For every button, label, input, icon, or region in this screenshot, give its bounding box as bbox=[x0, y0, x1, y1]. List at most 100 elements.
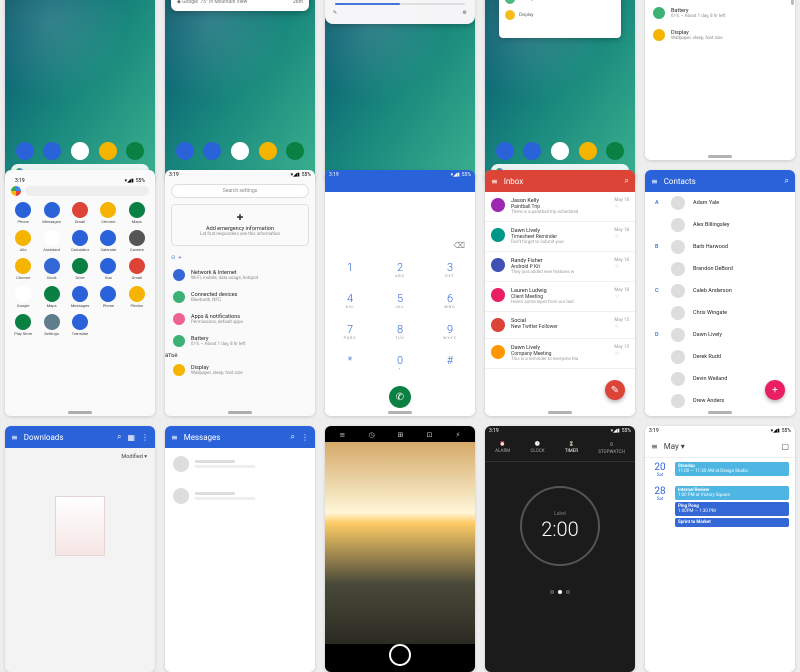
chrome-icon[interactable] bbox=[259, 142, 277, 160]
key-*[interactable]: * bbox=[325, 347, 375, 378]
key-4[interactable]: 4GHI bbox=[325, 285, 375, 316]
tab-stopwatch[interactable]: ⏱STOPWATCH bbox=[598, 442, 625, 455]
contact-item[interactable]: AAdam Yale bbox=[645, 192, 795, 214]
app-chrome[interactable]: Chrome bbox=[96, 202, 120, 224]
calendar-event[interactable]: Ping Pong1:00PM — 1:30 PM bbox=[675, 502, 789, 516]
mail-item[interactable]: Dawn LivelyTimesheet ReminderDon't forge… bbox=[485, 222, 635, 252]
settings-display[interactable]: DisplayWallpaper, sleep, font size bbox=[645, 24, 795, 46]
mail-item[interactable]: Randy FisherAndroid P KitThey just added… bbox=[485, 252, 635, 282]
day-label[interactable]: 28Sat bbox=[651, 486, 669, 527]
star-icon[interactable]: ☆ bbox=[614, 350, 629, 357]
app-translate[interactable]: Translate bbox=[68, 314, 92, 336]
app-maps[interactable]: Maps bbox=[125, 202, 149, 224]
today-icon[interactable]: ▢ bbox=[781, 442, 789, 451]
mail-item[interactable]: Lauren LudwigClient MeetingHere's some i… bbox=[485, 282, 635, 312]
key-7[interactable]: 7PQRS bbox=[325, 316, 375, 347]
search-settings-input[interactable]: Search settings bbox=[171, 184, 309, 198]
emergency-card[interactable]: ✚ Add emergency information Let first re… bbox=[171, 204, 309, 246]
menu-icon[interactable]: ≡ bbox=[11, 433, 18, 442]
nav-pill[interactable] bbox=[708, 155, 732, 158]
key-1[interactable]: 1 bbox=[325, 254, 375, 285]
phone-icon[interactable] bbox=[176, 142, 194, 160]
maps-icon[interactable] bbox=[126, 142, 144, 160]
contact-item[interactable]: Chris Wingate bbox=[645, 302, 795, 324]
hdr-icon[interactable]: ⊞ bbox=[398, 431, 404, 439]
key-3[interactable]: 3DEF bbox=[425, 254, 475, 285]
month-label[interactable]: May bbox=[664, 442, 679, 451]
settings-item[interactable]: Display bbox=[503, 7, 617, 23]
menu-icon[interactable]: ≡ bbox=[491, 177, 498, 186]
mail-item[interactable]: Dawn LivelyCompany MeetingThis is a remi… bbox=[485, 339, 635, 369]
search-icon[interactable]: ⌕ bbox=[291, 432, 295, 442]
contact-item[interactable]: BBarb Harwood bbox=[645, 236, 795, 258]
key-0[interactable]: 0+ bbox=[375, 347, 425, 378]
gmail-icon[interactable] bbox=[71, 142, 89, 160]
search-icon[interactable]: ⌕ bbox=[625, 176, 629, 186]
settings-apps[interactable]: Apps & notificationsPermissions, default… bbox=[165, 308, 315, 330]
flash-icon[interactable]: ⚡ bbox=[456, 431, 461, 439]
app-search[interactable] bbox=[11, 186, 149, 196]
compose-fab[interactable]: ✎ bbox=[605, 380, 625, 400]
nav-pill[interactable] bbox=[68, 411, 92, 414]
timer-icon[interactable]: ◷ bbox=[368, 431, 374, 439]
app-play store[interactable]: Play Store bbox=[11, 314, 35, 336]
view-icon[interactable]: ▦ bbox=[127, 433, 135, 442]
call-button[interactable]: ✆ bbox=[389, 386, 411, 408]
sort-dropdown[interactable]: Modified ▾ bbox=[5, 448, 155, 466]
nav-pill[interactable] bbox=[548, 411, 572, 414]
app-clock[interactable]: Clock bbox=[39, 258, 63, 280]
app-allo[interactable]: Allo bbox=[11, 230, 35, 252]
contact-item[interactable]: DDawn Lively bbox=[645, 324, 795, 346]
key-9[interactable]: 9WXYZ bbox=[425, 316, 475, 347]
menu-icon[interactable]: ≡ bbox=[340, 431, 346, 439]
settings-item[interactable]: Battery bbox=[503, 0, 617, 7]
edit-icon[interactable]: ✎ bbox=[333, 10, 337, 16]
star-icon[interactable]: ☆ bbox=[614, 233, 629, 240]
add-contact-fab[interactable]: + bbox=[765, 380, 785, 400]
contact-item[interactable]: CCaleb Anderson bbox=[645, 280, 795, 302]
app-phone[interactable]: Phone bbox=[11, 202, 35, 224]
settings-connected[interactable]: Connected devicesBluetooth, NFC bbox=[165, 286, 315, 308]
backspace-button[interactable]: ⌫ bbox=[325, 237, 475, 254]
brightness-slider[interactable] bbox=[335, 3, 465, 5]
nav-pill[interactable] bbox=[388, 411, 412, 414]
settings-icon[interactable]: ⚙ bbox=[463, 10, 467, 16]
messages-icon[interactable] bbox=[203, 142, 221, 160]
key-8[interactable]: 8TUV bbox=[375, 316, 425, 347]
grid-icon[interactable]: ⊡ bbox=[427, 431, 433, 439]
app-photos[interactable]: Photos bbox=[125, 286, 149, 308]
app-calendar[interactable]: Calendar bbox=[96, 230, 120, 252]
key-6[interactable]: 6MNO bbox=[425, 285, 475, 316]
app-assistant[interactable]: Assistant bbox=[39, 230, 63, 252]
mail-item[interactable]: Jason KellyPaintball TripThere is a pain… bbox=[485, 192, 635, 222]
app-gmail[interactable]: Gmail bbox=[68, 202, 92, 224]
app-calculator[interactable]: Calculator bbox=[68, 230, 92, 252]
contact-item[interactable]: Derek Rudd bbox=[645, 346, 795, 368]
app-google[interactable]: Google bbox=[11, 286, 35, 308]
app-duo[interactable]: Duo bbox=[96, 258, 120, 280]
more-icon[interactable]: ⋮ bbox=[141, 433, 149, 442]
menu-icon[interactable]: ≡ bbox=[171, 433, 178, 442]
star-icon[interactable]: ☆ bbox=[614, 293, 629, 300]
star-icon[interactable]: ☆ bbox=[614, 323, 629, 330]
app-chrome[interactable]: Chrome bbox=[11, 258, 35, 280]
app-drive[interactable]: Drive bbox=[68, 258, 92, 280]
chrome-icon[interactable] bbox=[99, 142, 117, 160]
phone-icon[interactable] bbox=[16, 142, 34, 160]
app-messages[interactable]: Messages bbox=[39, 202, 63, 224]
app-settings[interactable]: Settings bbox=[39, 314, 63, 336]
star-icon[interactable]: ☆ bbox=[614, 203, 629, 210]
settings-display[interactable]: DisplayWallpaper, sleep, font size bbox=[165, 359, 315, 381]
message-item[interactable] bbox=[165, 448, 315, 480]
calendar-event[interactable]: Internal Review1:00 PM at Victory Square bbox=[675, 486, 789, 500]
settings-battery[interactable]: Battery61% – About 1 day, 8 hr left bbox=[165, 330, 315, 352]
tab-timer[interactable]: ⏳TIMER bbox=[565, 442, 578, 455]
settings-network[interactable]: Network & InternetWi-Fi, mobile, data us… bbox=[165, 264, 315, 286]
menu-icon[interactable]: ≡ bbox=[651, 442, 658, 451]
message-item[interactable] bbox=[165, 480, 315, 512]
calendar-event[interactable]: Standup11:00 — 11:30 AM at Design Studio bbox=[675, 462, 789, 476]
calendar-event[interactable]: Sprint to Market bbox=[675, 518, 789, 527]
settings-battery[interactable]: Battery61% – About 1 day, 8 hr left bbox=[645, 2, 795, 24]
mail-item[interactable]: SocialNew Twitter FollowerMay 15☆ bbox=[485, 312, 635, 339]
notification-card[interactable]: Henry Dan ReplyArchive ◆ Google 75° in M… bbox=[171, 0, 309, 11]
